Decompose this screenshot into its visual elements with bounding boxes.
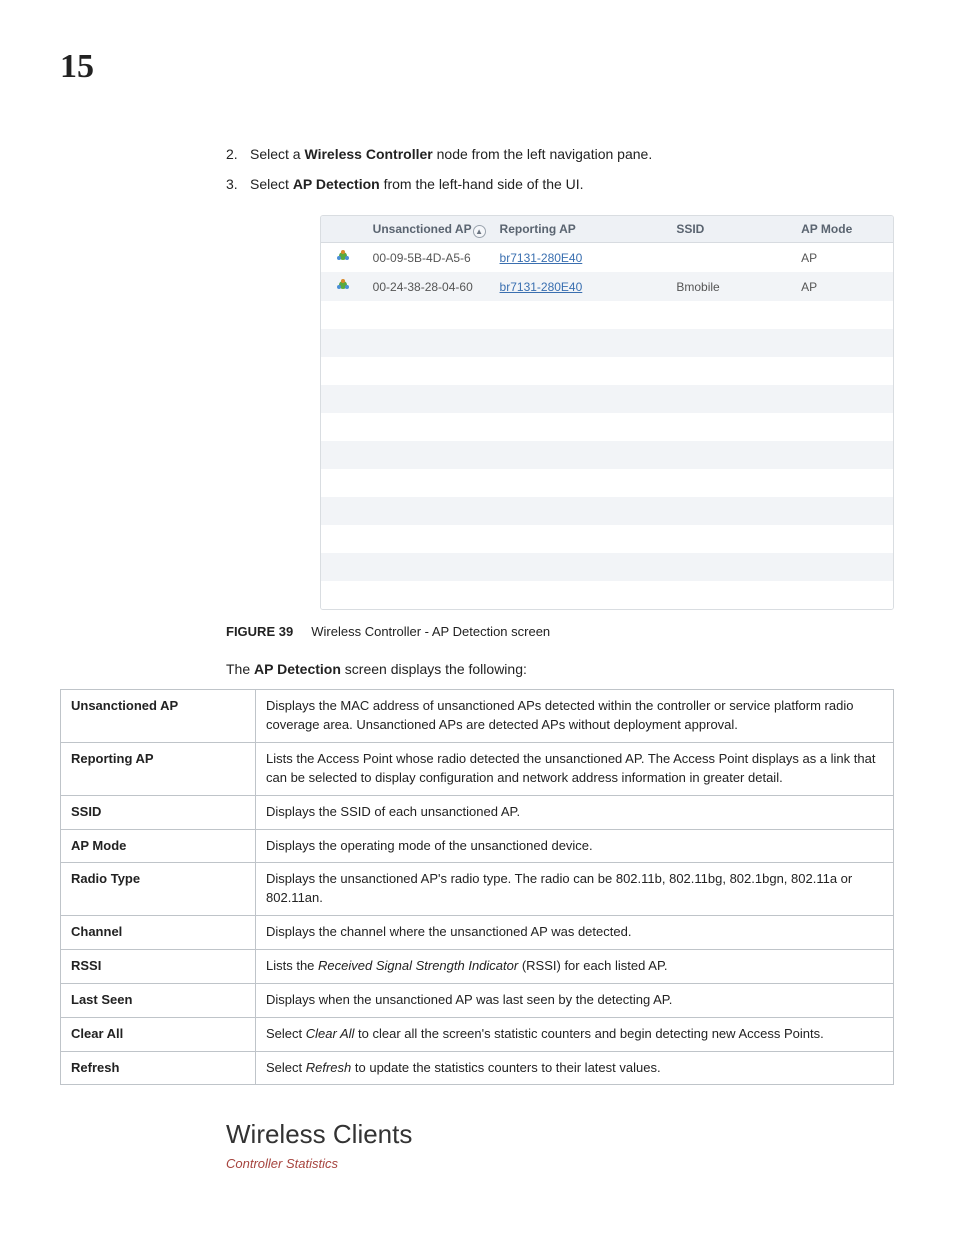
- table-row-empty: [321, 413, 893, 441]
- column-header[interactable]: Reporting AP: [492, 216, 669, 243]
- field-row: Reporting APLists the Access Point whose…: [61, 743, 894, 796]
- intro-paragraph: The AP Detection screen displays the fol…: [226, 661, 894, 677]
- figure-caption: FIGURE 39 Wireless Controller - AP Detec…: [226, 624, 894, 639]
- step: 2.Select a Wireless Controller node from…: [226, 144, 894, 166]
- steps-list: 2.Select a Wireless Controller node from…: [226, 144, 894, 195]
- ssid-cell: Bmobile: [668, 272, 793, 301]
- table-row-empty: [321, 525, 893, 553]
- field-description: Lists the Access Point whose radio detec…: [256, 743, 894, 796]
- field-description: Lists the Received Signal Strength Indic…: [256, 949, 894, 983]
- table-header-row: Unsanctioned AP▲Reporting APSSIDAP Mode: [321, 216, 893, 243]
- status-cell: [321, 272, 365, 301]
- table-row-empty: [321, 357, 893, 385]
- ap-detection-screenshot: Unsanctioned AP▲Reporting APSSIDAP Mode …: [320, 215, 894, 610]
- field-term: Unsanctioned AP: [61, 690, 256, 743]
- field-row: RSSILists the Received Signal Strength I…: [61, 949, 894, 983]
- field-description: Displays the SSID of each unsanctioned A…: [256, 795, 894, 829]
- ap-status-icon: [336, 278, 350, 292]
- unsanctioned-ap-cell: 00-09-5B-4D-A5-6: [365, 243, 492, 273]
- table-row-empty: [321, 497, 893, 525]
- table-row-empty: [321, 301, 893, 329]
- step-number: 3.: [226, 174, 250, 196]
- ap-detection-table: Unsanctioned AP▲Reporting APSSIDAP Mode …: [321, 216, 893, 609]
- field-row: AP ModeDisplays the operating mode of th…: [61, 829, 894, 863]
- column-header[interactable]: SSID: [668, 216, 793, 243]
- field-description: Select Refresh to update the statistics …: [256, 1051, 894, 1085]
- field-term: Last Seen: [61, 983, 256, 1017]
- field-row: Clear AllSelect Clear All to clear all t…: [61, 1017, 894, 1051]
- intro-post: screen displays the following:: [341, 661, 527, 677]
- field-description: Displays when the unsanctioned AP was la…: [256, 983, 894, 1017]
- status-cell: [321, 243, 365, 273]
- ap-mode-cell: AP: [793, 272, 893, 301]
- ssid-cell: [668, 243, 793, 273]
- field-term: Clear All: [61, 1017, 256, 1051]
- intro-bold: AP Detection: [254, 661, 341, 677]
- table-row[interactable]: 00-24-38-28-04-60 br7131-280E40 BmobileAP: [321, 272, 893, 301]
- field-term: Reporting AP: [61, 743, 256, 796]
- unsanctioned-ap-cell: 00-24-38-28-04-60: [365, 272, 492, 301]
- column-header[interactable]: AP Mode: [793, 216, 893, 243]
- column-header[interactable]: [321, 216, 365, 243]
- field-description: Displays the unsanctioned AP's radio typ…: [256, 863, 894, 916]
- step-text: Select a Wireless Controller node from t…: [250, 144, 652, 166]
- ap-mode-cell: AP: [793, 243, 893, 273]
- field-description: Displays the MAC address of unsanctioned…: [256, 690, 894, 743]
- page-number: 15: [60, 48, 894, 86]
- ap-status-icon: [336, 249, 350, 263]
- table-row[interactable]: 00-09-5B-4D-A5-6 br7131-280E40 AP: [321, 243, 893, 273]
- sort-asc-icon[interactable]: ▲: [473, 225, 486, 238]
- table-row-empty: [321, 441, 893, 469]
- intro-pre: The: [226, 661, 254, 677]
- field-term: AP Mode: [61, 829, 256, 863]
- field-term: Refresh: [61, 1051, 256, 1085]
- table-row-empty: [321, 553, 893, 581]
- step-number: 2.: [226, 144, 250, 166]
- section-heading: Wireless Clients: [226, 1119, 894, 1150]
- table-row-empty: [321, 385, 893, 413]
- reporting-ap-link[interactable]: br7131-280E40: [500, 280, 583, 294]
- breadcrumb-link[interactable]: Controller Statistics: [226, 1156, 894, 1171]
- field-row: Radio TypeDisplays the unsanctioned AP's…: [61, 863, 894, 916]
- step: 3.Select AP Detection from the left-hand…: [226, 174, 894, 196]
- field-term: Channel: [61, 916, 256, 950]
- field-row: Unsanctioned APDisplays the MAC address …: [61, 690, 894, 743]
- figure-caption-text: Wireless Controller - AP Detection scree…: [311, 624, 550, 639]
- field-definitions-table: Unsanctioned APDisplays the MAC address …: [60, 689, 894, 1085]
- figure-label: FIGURE 39: [226, 624, 293, 639]
- field-term: SSID: [61, 795, 256, 829]
- column-header[interactable]: Unsanctioned AP▲: [365, 216, 492, 243]
- field-description: Displays the operating mode of the unsan…: [256, 829, 894, 863]
- table-row-empty: [321, 581, 893, 609]
- field-term: Radio Type: [61, 863, 256, 916]
- reporting-ap-cell: br7131-280E40: [492, 243, 669, 273]
- field-row: ChannelDisplays the channel where the un…: [61, 916, 894, 950]
- field-row: Last SeenDisplays when the unsanctioned …: [61, 983, 894, 1017]
- field-term: RSSI: [61, 949, 256, 983]
- reporting-ap-cell: br7131-280E40: [492, 272, 669, 301]
- field-description: Select Clear All to clear all the screen…: [256, 1017, 894, 1051]
- field-row: RefreshSelect Refresh to update the stat…: [61, 1051, 894, 1085]
- reporting-ap-link[interactable]: br7131-280E40: [500, 251, 583, 265]
- table-row-empty: [321, 469, 893, 497]
- field-description: Displays the channel where the unsanctio…: [256, 916, 894, 950]
- step-text: Select AP Detection from the left-hand s…: [250, 174, 584, 196]
- field-row: SSIDDisplays the SSID of each unsanction…: [61, 795, 894, 829]
- table-row-empty: [321, 329, 893, 357]
